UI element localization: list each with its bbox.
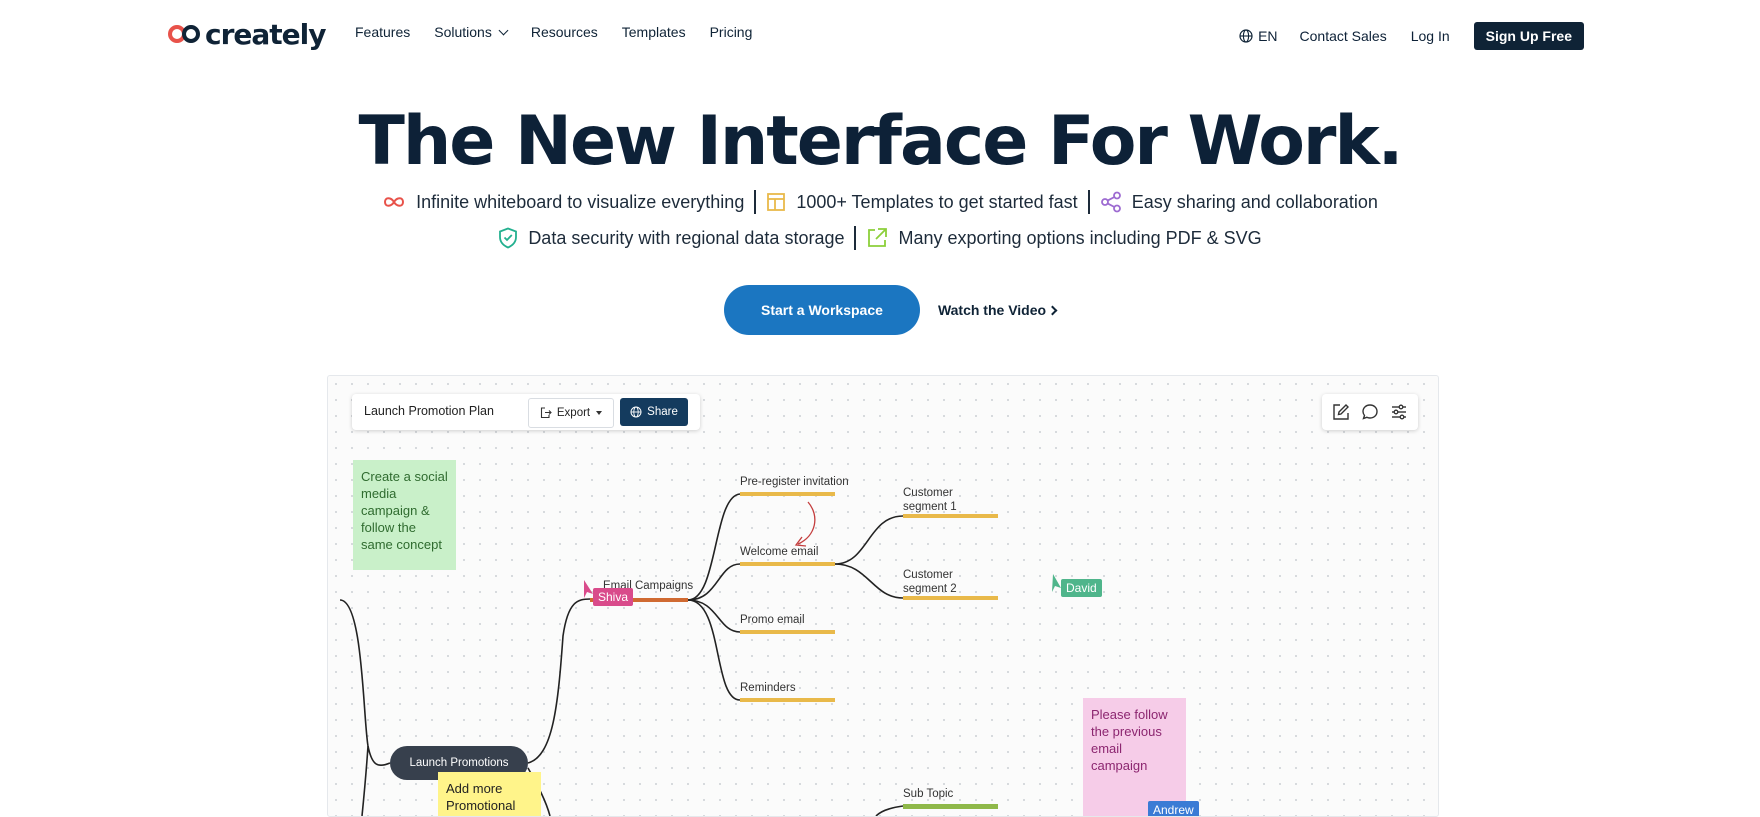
globe-icon [630,406,642,418]
topic-reminders[interactable]: Reminders [740,681,796,695]
globe-icon [1239,29,1253,43]
infinity-icon [384,197,405,207]
comment-icon[interactable] [1358,400,1382,424]
branch-bar-sub-topic [903,804,998,809]
whiteboard-preview[interactable]: Launch Promotion Plan Export Share Creat… [327,375,1439,817]
branch-bar-reminders [740,698,835,702]
share-label: Share [647,406,678,418]
topic-customer-segment-2[interactable]: Customer segment 2 [903,568,983,596]
templates-icon [767,193,786,211]
divider [754,190,757,214]
nav-link-solutions-label: Solutions [434,24,492,40]
shield-check-icon [499,227,518,249]
nav-link-templates[interactable]: Templates [622,24,686,40]
feature-item: Infinite whiteboard to visualize everyth… [382,192,744,213]
divider [854,226,857,250]
feature-text: Infinite whiteboard to visualize everyth… [416,191,745,212]
feature-item: Easy sharing and collaboration [1100,191,1378,213]
caret-down-icon [596,411,603,415]
language-selector[interactable]: EN [1239,28,1278,44]
sticky-note-yellow[interactable]: Add more Promotional [438,772,541,816]
branch-bar-segment1 [903,514,998,518]
cta-row: Start a Workspace Watch the Video [0,285,1760,335]
document-title[interactable]: Launch Promotion Plan [364,404,494,418]
topic-promo-email[interactable]: Promo email [740,613,805,627]
branch-bar-welcome [740,562,835,566]
chevron-down-icon [498,25,509,35]
feature-row-1: Infinite whiteboard to visualize everyth… [0,190,1760,214]
login-link[interactable]: Log In [1411,28,1450,44]
divider [1087,190,1090,214]
branch-bar-segment2 [903,596,998,600]
watch-video-link[interactable]: Watch the Video [937,302,1058,318]
export-icon [868,228,888,247]
canvas-toolbar: Launch Promotion Plan Export Share [352,394,700,430]
branch-bar-promo [740,630,835,634]
topic-customer-segment-1[interactable]: Customer segment 1 [903,486,983,514]
branch-bar-pre-register [740,492,835,496]
start-workspace-button[interactable]: Start a Workspace [723,285,920,335]
collaborator-tag-shiva: Shiva [593,588,634,606]
feature-text: Data security with regional data storage [528,227,845,248]
feature-item: 1000+ Templates to get started fast [766,191,1078,213]
feature-text: Many exporting options including PDF & S… [898,227,1262,248]
cursor-pointer-shiva [584,580,593,598]
signup-button[interactable]: Sign Up Free [1473,22,1584,50]
logo-text: creately [205,17,327,51]
nav-link-resources[interactable]: Resources [531,24,598,40]
logo-infinity-icon [168,25,200,43]
feature-text: Easy sharing and collaboration [1131,191,1378,212]
top-navigation: creately Features Solutions Resources Te… [0,0,1760,72]
settings-sliders-icon[interactable] [1387,400,1411,424]
export-icon [540,407,552,419]
share-nodes-icon [1100,191,1121,213]
nav-right: EN Contact Sales Log In Sign Up Free [1239,22,1584,50]
topic-welcome-email[interactable]: Welcome email [740,545,818,559]
nav-link-solutions[interactable]: Solutions [434,24,509,40]
contact-sales-link[interactable]: Contact Sales [1300,28,1387,44]
nav-link-features[interactable]: Features [355,24,410,40]
cursor-pointer-david [1052,574,1061,592]
export-button[interactable]: Export [528,398,614,428]
sticky-note-pink[interactable]: Please follow the previous email campaig… [1083,698,1186,816]
edit-icon[interactable] [1329,400,1353,424]
canvas-right-tools [1322,394,1418,430]
feature-item: Data security with regional data storage [498,227,844,249]
feature-item: Many exporting options including PDF & S… [866,227,1262,249]
sticky-note-green[interactable]: Create a social media campaign & follow … [353,460,456,570]
watch-video-label: Watch the Video [937,302,1047,318]
nav-link-pricing[interactable]: Pricing [710,24,753,40]
creately-logo[interactable]: creately [167,16,327,52]
topic-sub-topic[interactable]: Sub Topic [903,787,953,801]
feature-row-2: Data security with regional data storage… [0,226,1760,250]
collaborator-tag-david: David [1061,579,1102,597]
topic-pre-register[interactable]: Pre-register invitation [740,475,849,489]
language-label: EN [1258,28,1278,44]
collaborator-tag-andrew: Andrew [1148,801,1199,816]
hero-title: The New Interface For Work. [358,102,1403,181]
nav-links: Features Solutions Resources Templates P… [355,24,776,40]
share-button[interactable]: Share [620,398,688,426]
chevron-right-icon [1047,305,1058,315]
export-label: Export [556,407,591,419]
feature-text: 1000+ Templates to get started fast [796,191,1078,212]
